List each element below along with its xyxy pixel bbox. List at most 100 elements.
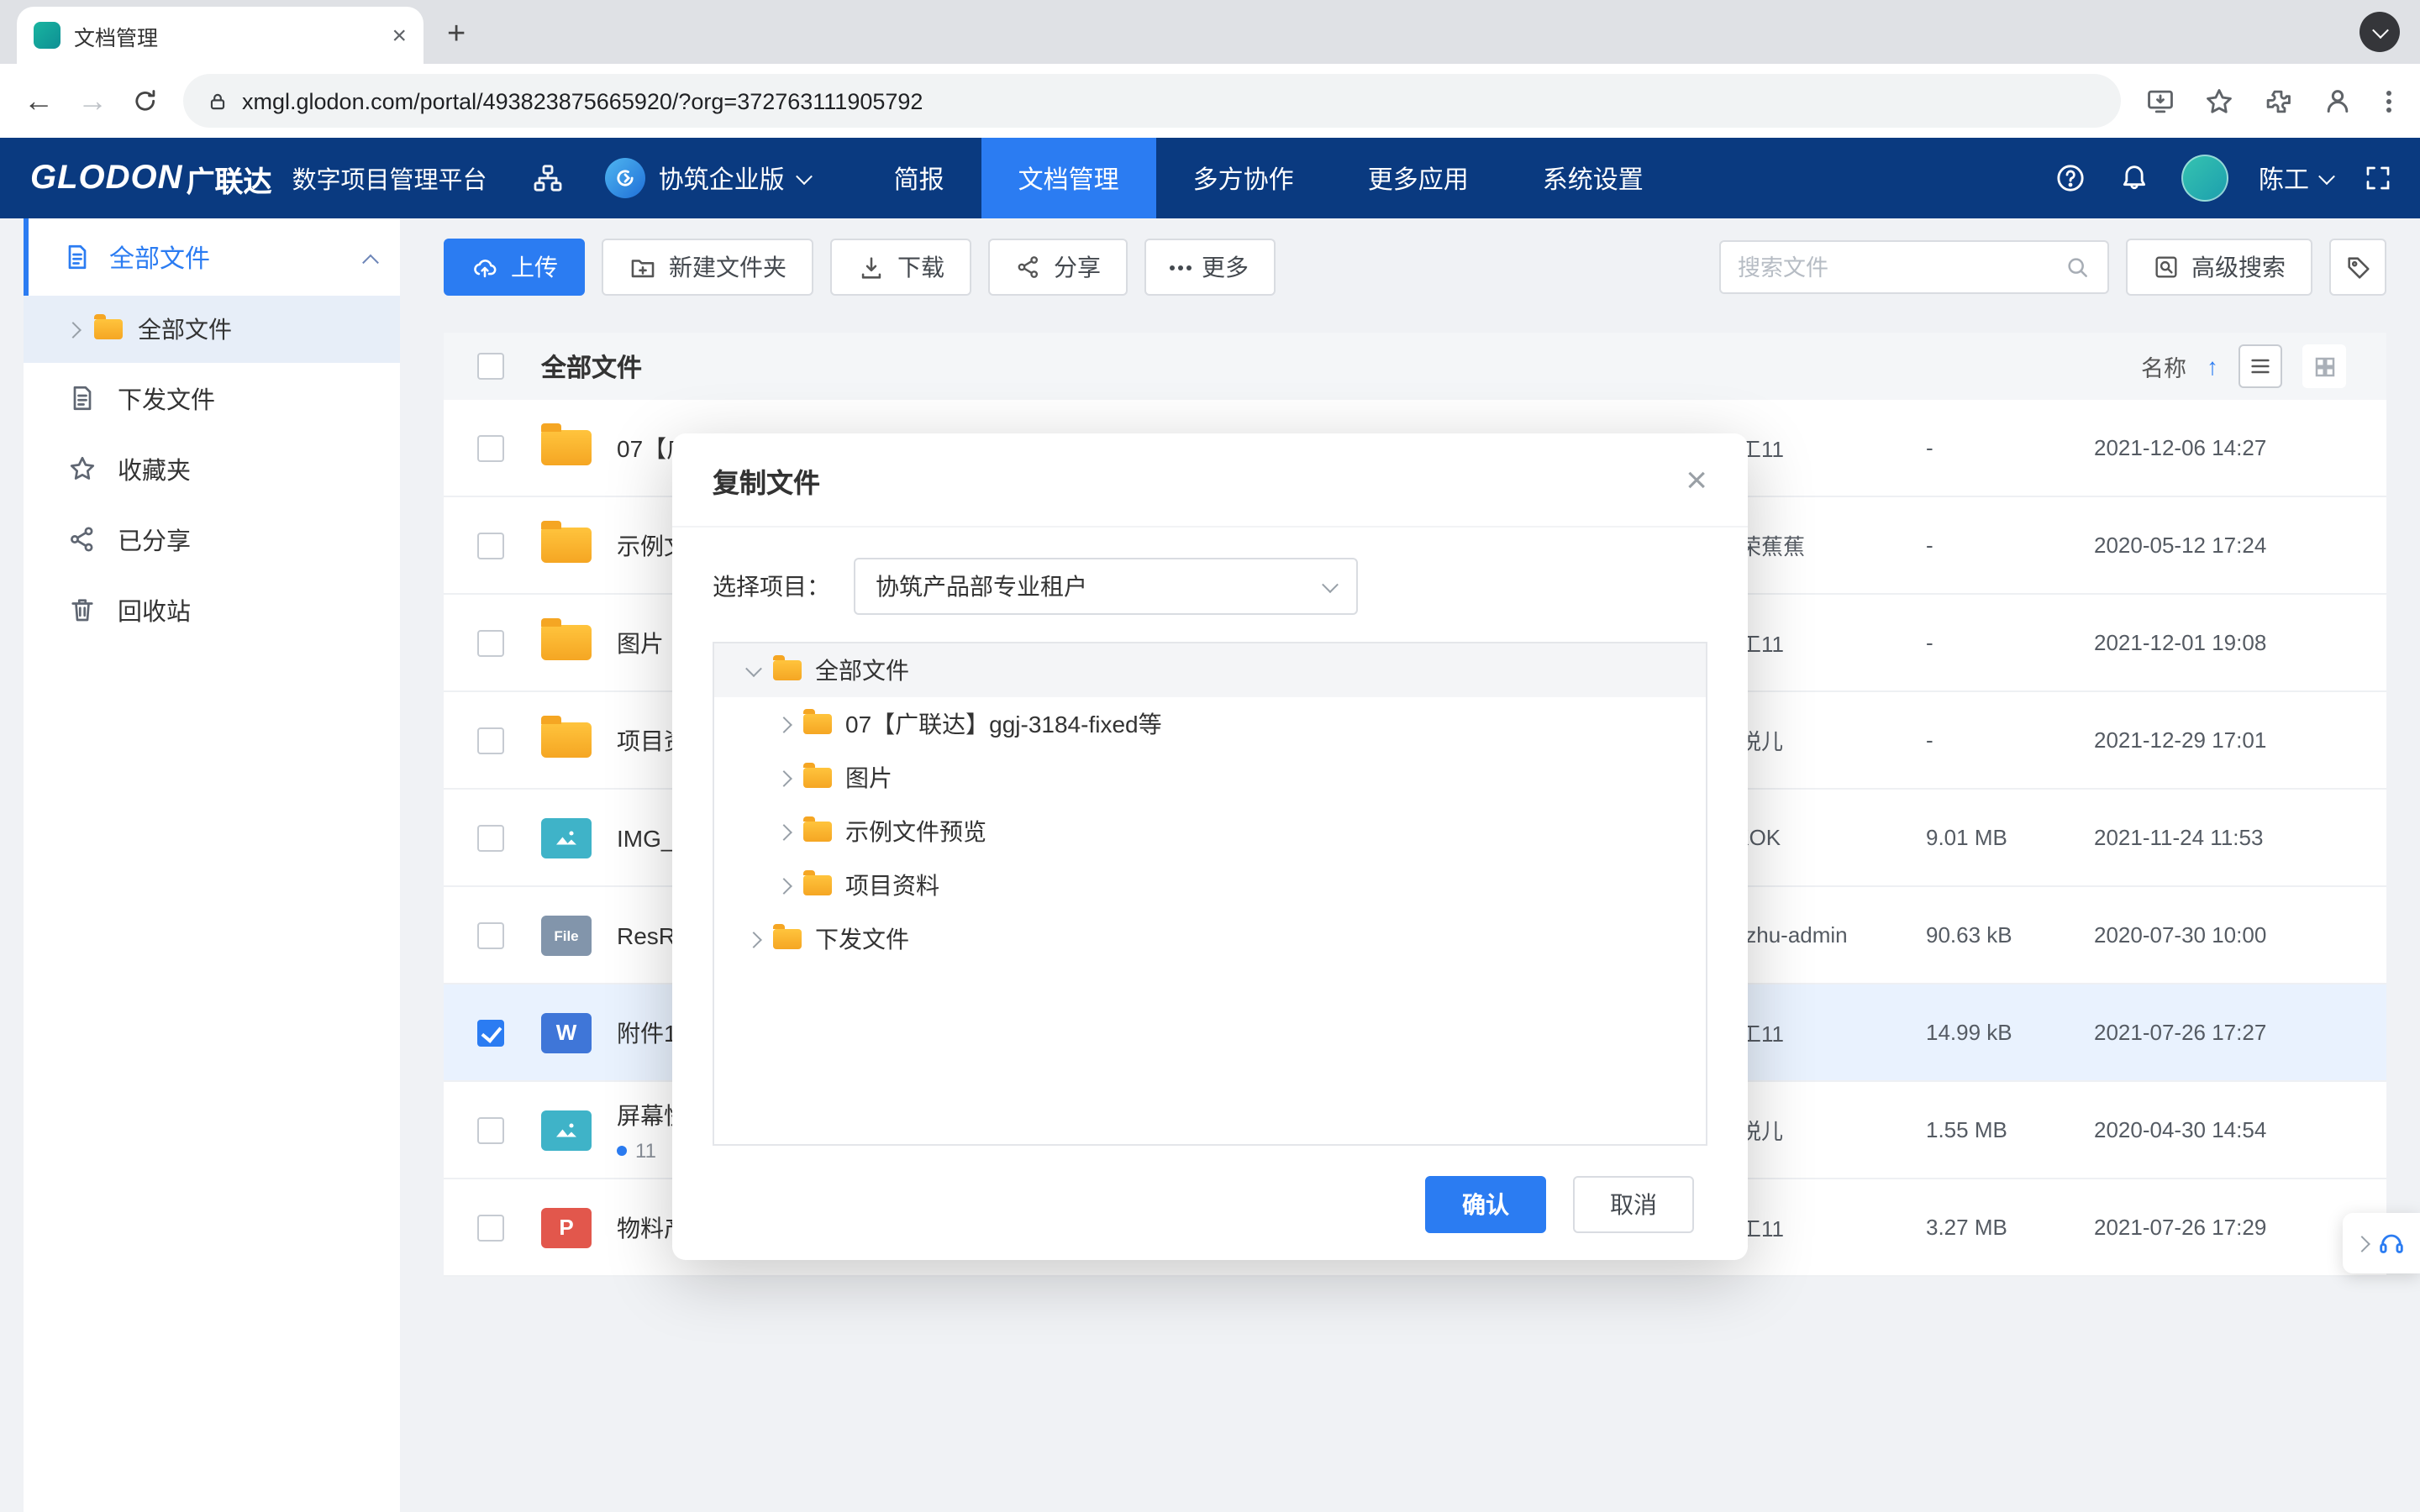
advanced-search-button[interactable]: 高级搜索 bbox=[2126, 239, 2312, 296]
more-button[interactable]: 更多 bbox=[1144, 239, 1276, 296]
chevron-right-icon[interactable] bbox=[776, 877, 792, 894]
sort-label[interactable]: 名称 bbox=[2141, 349, 2186, 383]
main-menu: 简报 文档管理 多方协作 更多应用 系统设置 bbox=[857, 138, 1681, 218]
sidebar-item-all-files[interactable]: 全部文件 bbox=[24, 296, 400, 363]
chevron-right-icon[interactable] bbox=[776, 716, 792, 732]
sidebar-section-all-files[interactable]: 全部文件 bbox=[24, 218, 400, 296]
browser-tab[interactable]: 文档管理 × bbox=[17, 7, 424, 64]
row-checkbox[interactable] bbox=[477, 629, 504, 656]
chevron-right-icon[interactable] bbox=[745, 931, 762, 948]
project-select[interactable]: 协筑产品部专业租户 bbox=[854, 558, 1358, 615]
new-folder-icon bbox=[629, 253, 657, 281]
search-icon[interactable] bbox=[2064, 254, 2091, 281]
file-date: 2020-07-30 10:00 bbox=[2094, 922, 2346, 948]
search-box[interactable] bbox=[1719, 240, 2109, 294]
menu-item-settings[interactable]: 系统设置 bbox=[1506, 138, 1681, 218]
tree-node[interactable]: 07【广联达】ggj-3184-fixed等 bbox=[714, 697, 1706, 751]
workspace-switcher[interactable]: 协筑企业版 bbox=[605, 158, 810, 198]
list-view-button[interactable] bbox=[2238, 344, 2282, 388]
bookmark-star-icon[interactable] bbox=[2203, 85, 2235, 117]
toolbar-right-cluster: 高级搜索 bbox=[1719, 239, 2386, 296]
sort-ascending-icon[interactable]: ↑ bbox=[2207, 353, 2218, 380]
folder-icon bbox=[803, 875, 832, 895]
row-checkbox-checked[interactable] bbox=[477, 1019, 504, 1046]
row-checkbox[interactable] bbox=[477, 727, 504, 753]
file-size: 9.01 MB bbox=[1926, 825, 2094, 850]
upload-button[interactable]: 上传 bbox=[444, 239, 585, 296]
browser-profile-menu[interactable] bbox=[2360, 12, 2400, 52]
back-button[interactable]: ← bbox=[24, 86, 54, 116]
download-button[interactable]: 下载 bbox=[830, 239, 971, 296]
help-icon[interactable] bbox=[2054, 161, 2087, 195]
table-title: 全部文件 bbox=[541, 349, 642, 384]
install-app-icon[interactable] bbox=[2144, 85, 2176, 117]
forward-button[interactable]: → bbox=[77, 86, 108, 116]
new-tab-button[interactable]: + bbox=[447, 17, 466, 54]
file-date: 2021-11-24 11:53 bbox=[2094, 825, 2346, 850]
document-icon bbox=[62, 242, 92, 272]
user-menu[interactable]: 陈工 bbox=[2259, 160, 2333, 196]
sidebar-item-shared[interactable]: 已分享 bbox=[24, 504, 400, 575]
menu-item-more-apps[interactable]: 更多应用 bbox=[1331, 138, 1506, 218]
chevron-right-icon[interactable] bbox=[65, 321, 82, 338]
menu-item-briefing[interactable]: 简报 bbox=[857, 138, 981, 218]
search-input[interactable] bbox=[1738, 255, 2050, 280]
file-size: - bbox=[1926, 533, 2094, 558]
cancel-button[interactable]: 取消 bbox=[1573, 1176, 1694, 1233]
extensions-puzzle-icon[interactable] bbox=[2262, 85, 2294, 117]
select-all-checkbox[interactable] bbox=[477, 353, 504, 380]
document-icon bbox=[67, 383, 97, 413]
chevron-right-icon[interactable] bbox=[776, 769, 792, 786]
ppt-file-icon: P bbox=[541, 1207, 592, 1247]
folder-icon bbox=[541, 625, 592, 660]
tree-node-label: 下发文件 bbox=[815, 922, 909, 956]
tree-node[interactable]: 示例文件预览 bbox=[714, 805, 1706, 858]
share-label: 分享 bbox=[1054, 250, 1101, 284]
reload-button[interactable] bbox=[131, 87, 160, 115]
user-avatar[interactable] bbox=[2181, 155, 2228, 202]
address-bar[interactable]: xmgl.glodon.com/portal/493823875665920/?… bbox=[183, 74, 2121, 128]
share-icon bbox=[67, 524, 97, 554]
browser-menu-icon[interactable] bbox=[2386, 98, 2391, 103]
chevron-up-icon[interactable] bbox=[362, 254, 379, 270]
fullscreen-icon[interactable] bbox=[2363, 163, 2393, 193]
folder-icon bbox=[94, 319, 123, 339]
row-checkbox[interactable] bbox=[477, 532, 504, 559]
modal-body: 选择项目： 协筑产品部专业租户 全部文件 07【广联达】ggj-3184-fix… bbox=[672, 528, 1748, 1146]
chevron-down-icon[interactable] bbox=[745, 659, 762, 676]
row-checkbox[interactable] bbox=[477, 921, 504, 948]
image-file-icon bbox=[541, 817, 592, 858]
sidebar-item-favorites[interactable]: 收藏夹 bbox=[24, 433, 400, 504]
notifications-bell-icon[interactable] bbox=[2118, 161, 2151, 195]
grid-view-button[interactable] bbox=[2302, 344, 2346, 388]
row-checkbox[interactable] bbox=[477, 1116, 504, 1143]
sidebar-item-distributed-files[interactable]: 下发文件 bbox=[24, 363, 400, 433]
row-checkbox[interactable] bbox=[477, 434, 504, 461]
sidebar-item-label: 已分享 bbox=[118, 522, 191, 557]
confirm-button[interactable]: 确认 bbox=[1425, 1176, 1546, 1233]
new-folder-button[interactable]: 新建文件夹 bbox=[602, 239, 813, 296]
row-checkbox[interactable] bbox=[477, 824, 504, 851]
chevron-down-icon bbox=[2318, 167, 2335, 184]
tree-node[interactable]: 项目资料 bbox=[714, 858, 1706, 912]
tab-close-icon[interactable]: × bbox=[392, 21, 407, 50]
copy-file-modal: 复制文件 × 选择项目： 协筑产品部专业租户 全部文件 bbox=[672, 433, 1748, 1260]
tag-button[interactable] bbox=[2329, 239, 2386, 296]
chevron-right-icon[interactable] bbox=[776, 823, 792, 840]
image-file-icon bbox=[541, 1110, 592, 1150]
modal-close-icon[interactable]: × bbox=[1686, 461, 1707, 498]
sidebar-item-recycle-bin[interactable]: 回收站 bbox=[24, 575, 400, 645]
row-checkbox[interactable] bbox=[477, 1214, 504, 1241]
menu-item-collaboration[interactable]: 多方协作 bbox=[1156, 138, 1331, 218]
file-date: 2021-07-26 17:27 bbox=[2094, 1020, 2346, 1045]
cloud-upload-icon bbox=[471, 253, 499, 281]
share-button[interactable]: 分享 bbox=[988, 239, 1128, 296]
tree-node[interactable]: 图片 bbox=[714, 751, 1706, 805]
tree-node-all-files[interactable]: 全部文件 bbox=[714, 643, 1706, 697]
tree-node-distributed-files[interactable]: 下发文件 bbox=[714, 912, 1706, 966]
menu-item-documents[interactable]: 文档管理 bbox=[981, 138, 1156, 218]
org-structure-icon[interactable] bbox=[531, 161, 565, 195]
support-widget[interactable] bbox=[2343, 1213, 2420, 1273]
workspace-name: 协筑企业版 bbox=[659, 160, 785, 196]
profile-person-icon[interactable] bbox=[2321, 84, 2354, 118]
